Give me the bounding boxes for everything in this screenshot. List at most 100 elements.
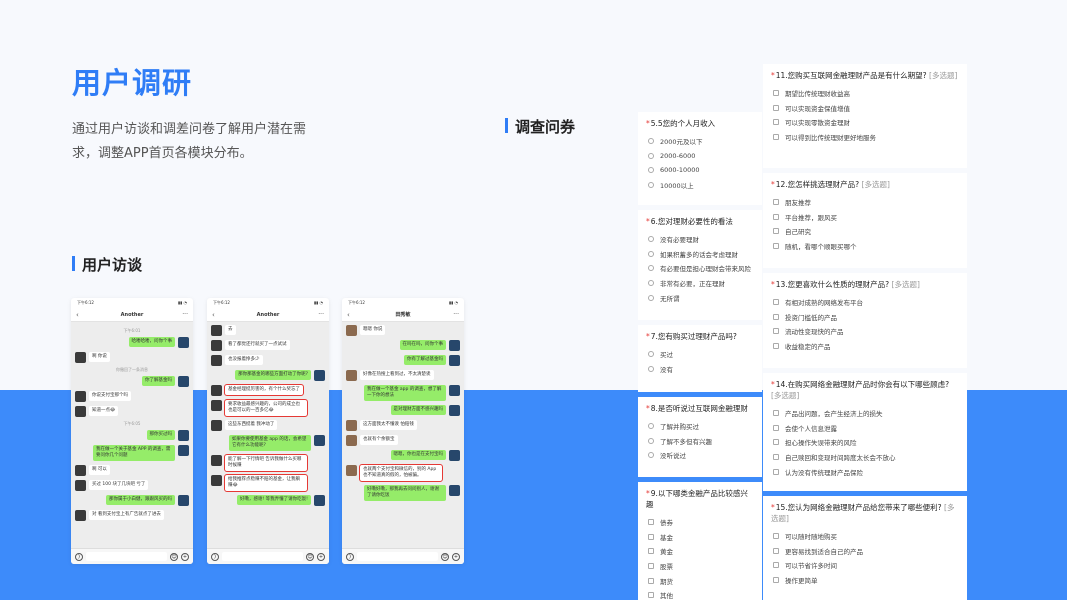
answer-option[interactable]: 自己研究 — [771, 224, 959, 239]
checkbox[interactable] — [773, 410, 779, 417]
answer-option[interactable]: 没有必要理财 — [646, 232, 754, 247]
answer-option[interactable]: 其他 — [646, 588, 754, 600]
answer-option[interactable]: 可以节省许多时间 — [771, 558, 959, 573]
checkbox[interactable] — [773, 119, 779, 126]
radio-button[interactable] — [648, 265, 654, 272]
radio-button[interactable] — [648, 167, 654, 174]
checkbox[interactable] — [773, 104, 779, 111]
emoji-icon[interactable]: ☺ — [170, 552, 178, 561]
answer-option[interactable]: 了解并购买过 — [646, 419, 754, 434]
radio-button[interactable] — [648, 437, 654, 444]
message-input[interactable] — [222, 552, 303, 561]
answer-option[interactable]: 可以随时随地购买 — [771, 529, 959, 544]
answer-option[interactable]: 了解不多但有兴趣 — [646, 434, 754, 449]
voice-icon[interactable]: ) — [75, 552, 83, 561]
back-arrow-icon[interactable]: ‹ — [212, 311, 222, 319]
answer-option[interactable]: 非常有必要，正在理财 — [646, 276, 754, 291]
radio-button[interactable] — [648, 152, 654, 159]
answer-option[interactable]: 产品出问题，会产生经济上的损失 — [771, 406, 959, 421]
radio-button[interactable] — [648, 182, 654, 189]
answer-option[interactable]: 买过 — [646, 347, 754, 362]
answer-option[interactable]: 收益稳定的产品 — [771, 339, 959, 354]
checkbox[interactable] — [648, 519, 654, 526]
answer-option[interactable]: 投资门槛低的产品 — [771, 310, 959, 325]
checkbox[interactable] — [773, 343, 779, 350]
checkbox[interactable] — [773, 313, 779, 320]
checkbox[interactable] — [773, 562, 779, 569]
checkbox[interactable] — [648, 548, 654, 555]
checkbox[interactable] — [773, 577, 779, 584]
voice-icon[interactable]: ) — [211, 552, 219, 561]
checkbox[interactable] — [773, 228, 779, 235]
answer-option[interactable]: 操作更简单 — [771, 573, 959, 588]
radio-button[interactable] — [648, 294, 654, 301]
answer-option[interactable]: 期货 — [646, 573, 754, 588]
answer-option[interactable]: 没听说过 — [646, 448, 754, 463]
answer-option[interactable]: 可以实现资金保值增值 — [771, 101, 959, 116]
radio-button[interactable] — [648, 365, 654, 372]
answer-option[interactable]: 朋友推荐 — [771, 195, 959, 210]
answer-option[interactable]: 认为没有传统理财产品保险 — [771, 464, 959, 479]
emoji-icon[interactable]: ☺ — [306, 552, 314, 561]
answer-option[interactable]: 担心操作失误带来的风险 — [771, 435, 959, 450]
answer-option[interactable]: 没有 — [646, 362, 754, 377]
message-input[interactable] — [86, 552, 167, 561]
answer-option[interactable]: 6000-10000 — [646, 163, 754, 178]
more-options-icon[interactable]: ··· — [314, 311, 324, 318]
checkbox[interactable] — [773, 199, 779, 206]
answer-option[interactable]: 自己赎回和变现时间跨度太长会不放心 — [771, 450, 959, 465]
answer-option[interactable]: 有必要但是担心理财会带来风险 — [646, 261, 754, 276]
answer-option[interactable]: 如果积蓄多的话会考虑理财 — [646, 247, 754, 262]
answer-option[interactable]: 更容易找到适合自己的产品 — [771, 544, 959, 559]
add-icon[interactable]: + — [317, 552, 325, 561]
checkbox[interactable] — [773, 533, 779, 540]
checkbox[interactable] — [773, 468, 779, 475]
radio-button[interactable] — [648, 250, 654, 257]
checkbox[interactable] — [773, 424, 779, 431]
voice-icon[interactable]: ) — [346, 552, 354, 561]
checkbox[interactable] — [773, 213, 779, 220]
answer-option[interactable]: 流动性变现快的产品 — [771, 324, 959, 339]
checkbox[interactable] — [648, 563, 654, 570]
radio-button[interactable] — [648, 452, 654, 459]
more-options-icon[interactable]: ··· — [449, 311, 459, 318]
answer-option[interactable]: 2000-6000 — [646, 149, 754, 164]
answer-option[interactable]: 基金 — [646, 530, 754, 545]
answer-option[interactable]: 债券 — [646, 515, 754, 530]
answer-option[interactable]: 可以得到比传统理财更好地服务 — [771, 130, 959, 145]
add-icon[interactable]: + — [452, 552, 460, 561]
more-options-icon[interactable]: ··· — [178, 311, 188, 318]
checkbox[interactable] — [773, 90, 779, 97]
checkbox[interactable] — [773, 547, 779, 554]
add-icon[interactable]: + — [181, 552, 189, 561]
answer-option[interactable]: 2000元及以下 — [646, 134, 754, 149]
checkbox[interactable] — [648, 533, 654, 540]
answer-option[interactable]: 无所谓 — [646, 290, 754, 305]
radio-button[interactable] — [648, 423, 654, 430]
radio-button[interactable] — [648, 351, 654, 358]
checkbox[interactable] — [773, 328, 779, 335]
answer-option[interactable]: 随机，看哪个顺眼买哪个 — [771, 239, 959, 254]
checkbox[interactable] — [773, 454, 779, 461]
back-arrow-icon[interactable]: ‹ — [347, 311, 357, 319]
radio-button[interactable] — [648, 280, 654, 287]
checkbox[interactable] — [648, 592, 654, 599]
checkbox[interactable] — [773, 299, 779, 306]
answer-option[interactable]: 黄金 — [646, 544, 754, 559]
radio-button[interactable] — [648, 236, 654, 243]
message-input[interactable] — [357, 552, 438, 561]
answer-option[interactable]: 有相对成熟的网络发布平台 — [771, 295, 959, 310]
checkbox[interactable] — [773, 134, 779, 141]
checkbox[interactable] — [773, 243, 779, 250]
answer-option[interactable]: 平台推荐，跟风买 — [771, 210, 959, 225]
answer-option[interactable]: 可以实现零散资金理财 — [771, 115, 959, 130]
checkbox[interactable] — [648, 577, 654, 584]
back-arrow-icon[interactable]: ‹ — [76, 311, 86, 319]
emoji-icon[interactable]: ☺ — [441, 552, 449, 561]
checkbox[interactable] — [773, 439, 779, 446]
answer-option[interactable]: 期望比传统理财收益高 — [771, 86, 959, 101]
answer-option[interactable]: 10000以上 — [646, 178, 754, 193]
radio-button[interactable] — [648, 138, 654, 145]
answer-option[interactable]: 会使个人信息泄露 — [771, 421, 959, 436]
answer-option[interactable]: 股票 — [646, 559, 754, 574]
